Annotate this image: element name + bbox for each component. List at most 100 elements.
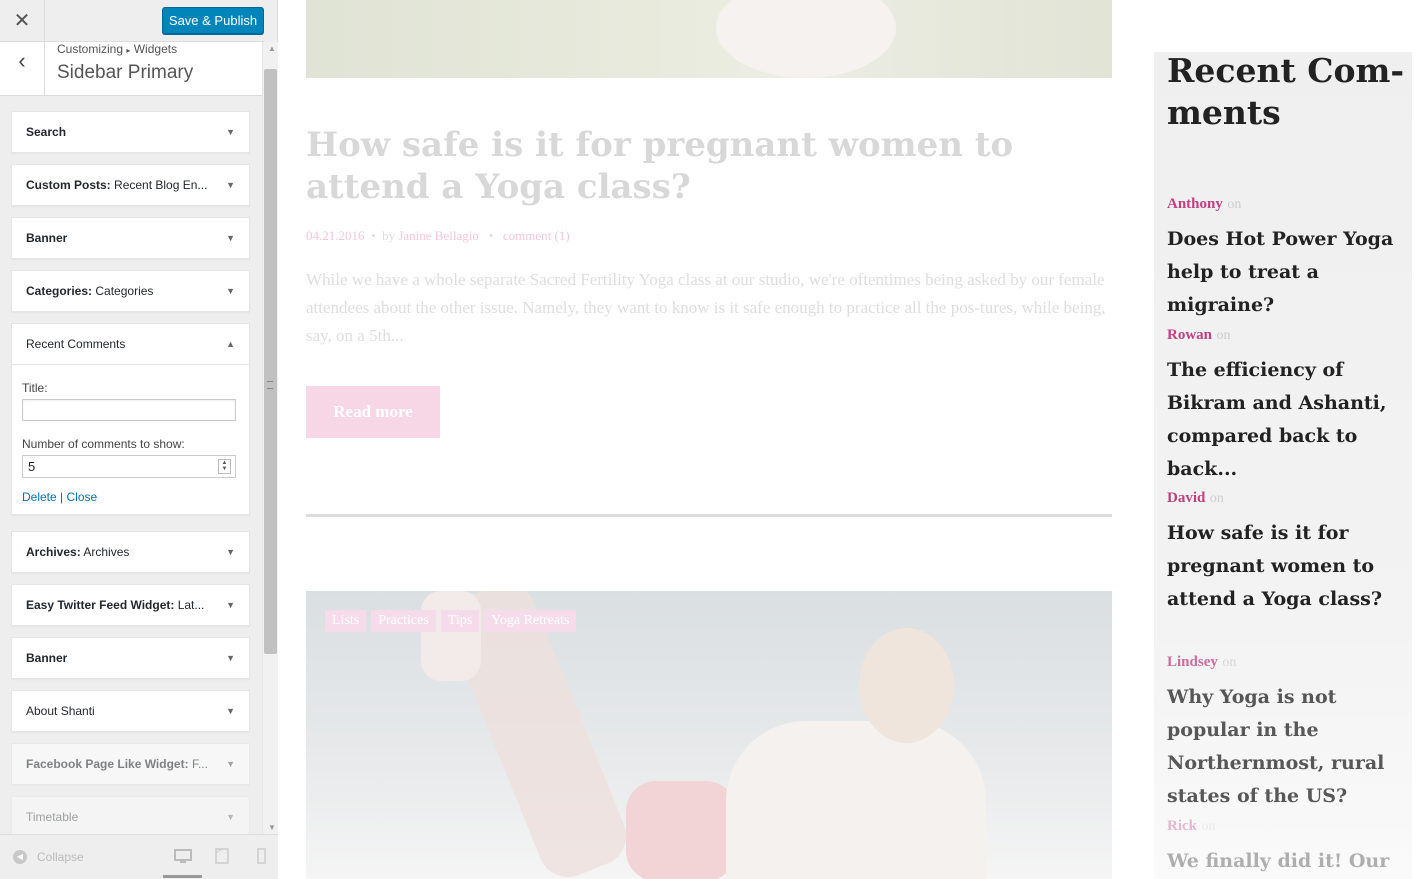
widget-header[interactable]: Banner [12, 638, 249, 678]
customizer-panel: ✕ Save & Publish ‹ Customizing ▸ Widgets… [0, 0, 278, 879]
caret-down-icon[interactable]: ▼ [226, 797, 235, 837]
tablet-icon[interactable] [213, 847, 231, 865]
post2-featured-image: Lists Practices Tips Yoga Retreats [306, 591, 1112, 879]
widget-form: Title: Number of comments to show: 5 ▲ ▼ … [12, 364, 249, 514]
comment-post-link[interactable]: How safe is it for pregnant women to att… [1167, 517, 1407, 616]
widget-categories[interactable]: Categories: Categories ▼ [11, 270, 250, 312]
breadcrumb-separator-icon: ▸ [126, 46, 131, 55]
collapse-button[interactable]: Collapse [37, 850, 84, 864]
title-input[interactable] [22, 399, 236, 421]
post-author[interactable]: Janine Bellagio [398, 228, 479, 243]
widget-search[interactable]: Search ▼ [11, 111, 250, 153]
widget-title: Categories [95, 284, 154, 298]
save-publish-button[interactable]: Save & Publish [162, 7, 264, 34]
breadcrumb: Customizing ▸ Widgets [57, 42, 177, 58]
post-comments[interactable]: comment (1) [503, 228, 570, 243]
widget-twitter-feed[interactable]: Easy Twitter Feed Widget: Lat... ▼ [11, 584, 250, 626]
widget-header[interactable]: Recent Comments [12, 324, 249, 364]
scroll-thumb[interactable] [264, 69, 277, 654]
recent-comments-heading: Recent Com-ments [1167, 51, 1405, 132]
widget-header[interactable]: Banner [12, 218, 249, 258]
spinner-icon[interactable]: ▲ ▼ [218, 459, 231, 474]
widget-name: Easy Twitter Feed Widget: [26, 598, 175, 612]
desktop-icon[interactable] [174, 847, 192, 865]
close-link[interactable]: Close [67, 490, 98, 504]
post-date[interactable]: 04.21.2016 [306, 228, 365, 243]
comment-author[interactable]: Rick [1167, 818, 1197, 834]
comment-author[interactable]: Anthony [1167, 196, 1223, 212]
widget-archives[interactable]: Archives: Archives ▼ [11, 531, 250, 573]
read-more-button[interactable]: Read more [306, 386, 440, 438]
widget-title: F... [191, 757, 208, 771]
comment-on: on [1227, 197, 1242, 212]
delete-link[interactable]: Delete [22, 490, 57, 504]
bullet-icon: • [367, 228, 379, 243]
scroll-up-icon[interactable]: ▲ [268, 44, 276, 53]
comment-author[interactable]: Lindsey [1167, 654, 1218, 670]
widget-name: Banner [26, 231, 68, 245]
close-icon[interactable]: ✕ [0, 0, 45, 42]
tag-lists[interactable]: Lists [325, 610, 367, 632]
scroll-down-icon[interactable]: ▼ [268, 823, 276, 832]
widget-about-shanti[interactable]: About Shanti ▼ [11, 690, 250, 732]
recent-comment-item: David on How safe is it for pregnant wom… [1167, 489, 1407, 616]
widget-banner-2[interactable]: Banner ▼ [11, 637, 250, 679]
widget-header[interactable]: Archives: Archives [12, 532, 249, 572]
widget-actions: Delete | Close [22, 490, 239, 504]
collapse-icon[interactable]: ◀ [13, 850, 27, 864]
tag-practices[interactable]: Practices [371, 610, 436, 632]
comment-post-link[interactable]: Why Yoga is not popular in the Northernm… [1167, 681, 1407, 813]
back-arrow-icon[interactable]: ‹ [0, 42, 45, 96]
widget-header[interactable]: Categories: Categories [12, 271, 249, 311]
post-title[interactable]: How safe is it for pregnant women to att… [306, 124, 1112, 208]
site-preview: How safe is it for pregnant women to att… [278, 0, 1425, 879]
widget-name: About Shanti [26, 704, 95, 718]
widget-banner[interactable]: Banner ▼ [11, 217, 250, 259]
widget-name: Custom Posts: [26, 178, 111, 192]
tag-yoga-retreats[interactable]: Yoga Retreats [484, 610, 577, 632]
bullet-icon: • [482, 228, 500, 243]
widget-header[interactable]: Timetable [12, 797, 249, 837]
mobile-icon[interactable] [252, 847, 270, 865]
caret-down-icon[interactable]: ▼ [226, 165, 235, 205]
widget-header[interactable]: About Shanti [12, 691, 249, 731]
count-stepper[interactable]: 5 ▲ ▼ [22, 455, 236, 478]
caret-down-icon[interactable]: ▼ [226, 532, 235, 572]
caret-down-icon[interactable]: ▼ [226, 691, 235, 731]
widget-name: Recent Comments [26, 337, 126, 351]
recent-comment-item: Rick on We finally did it! Our [1167, 817, 1407, 878]
comment-post-link[interactable]: We finally did it! Our [1167, 845, 1407, 878]
caret-up-icon[interactable]: ▲ [226, 324, 235, 364]
post-featured-image [306, 0, 1112, 78]
comment-author[interactable]: Rowan [1167, 327, 1212, 343]
caret-down-icon[interactable]: ▼ [226, 218, 235, 258]
caret-down-icon[interactable]: ▼ [226, 271, 235, 311]
widget-name: Timetable [26, 810, 79, 824]
head-shape [859, 628, 954, 743]
widget-custom-posts[interactable]: Custom Posts: Recent Blog En... ▼ [11, 164, 250, 206]
scrollbar[interactable]: ▲ ▼ [262, 42, 278, 834]
comment-post-link[interactable]: The efficiency of Bikram and Ashanti, co… [1167, 354, 1407, 486]
widget-facebook-page[interactable]: Facebook Page Like Widget: F... ▼ [11, 743, 250, 785]
widget-name: Archives: [26, 545, 81, 559]
actions-separator: | [60, 490, 64, 504]
post-meta: 04.21.2016 • by Janine Bellagio • commen… [306, 228, 570, 244]
comment-post-link[interactable]: Does Hot Power Yoga help to treat a migr… [1167, 223, 1407, 322]
comment-on: on [1222, 655, 1237, 670]
widget-header[interactable]: Custom Posts: Recent Blog En... [12, 165, 249, 205]
caret-down-icon[interactable]: ▼ [226, 638, 235, 678]
comment-author[interactable]: David [1167, 490, 1205, 506]
caret-down-icon[interactable]: ▼ [226, 744, 235, 784]
caret-down-icon[interactable]: ▼ [226, 112, 235, 152]
comment-on: on [1209, 491, 1224, 506]
widget-header[interactable]: Search [12, 112, 249, 152]
widget-header[interactable]: Easy Twitter Feed Widget: Lat... [12, 585, 249, 625]
customizer-footer: ◀ Collapse [0, 834, 278, 879]
title-label: Title: [22, 381, 48, 395]
caret-down-icon[interactable]: ▼ [226, 585, 235, 625]
tag-tips[interactable]: Tips [440, 610, 480, 632]
comment-on: on [1201, 819, 1216, 834]
body-shape [726, 721, 986, 879]
widget-timetable[interactable]: Timetable ▼ [11, 796, 250, 838]
widget-header[interactable]: Facebook Page Like Widget: F... [12, 744, 249, 784]
